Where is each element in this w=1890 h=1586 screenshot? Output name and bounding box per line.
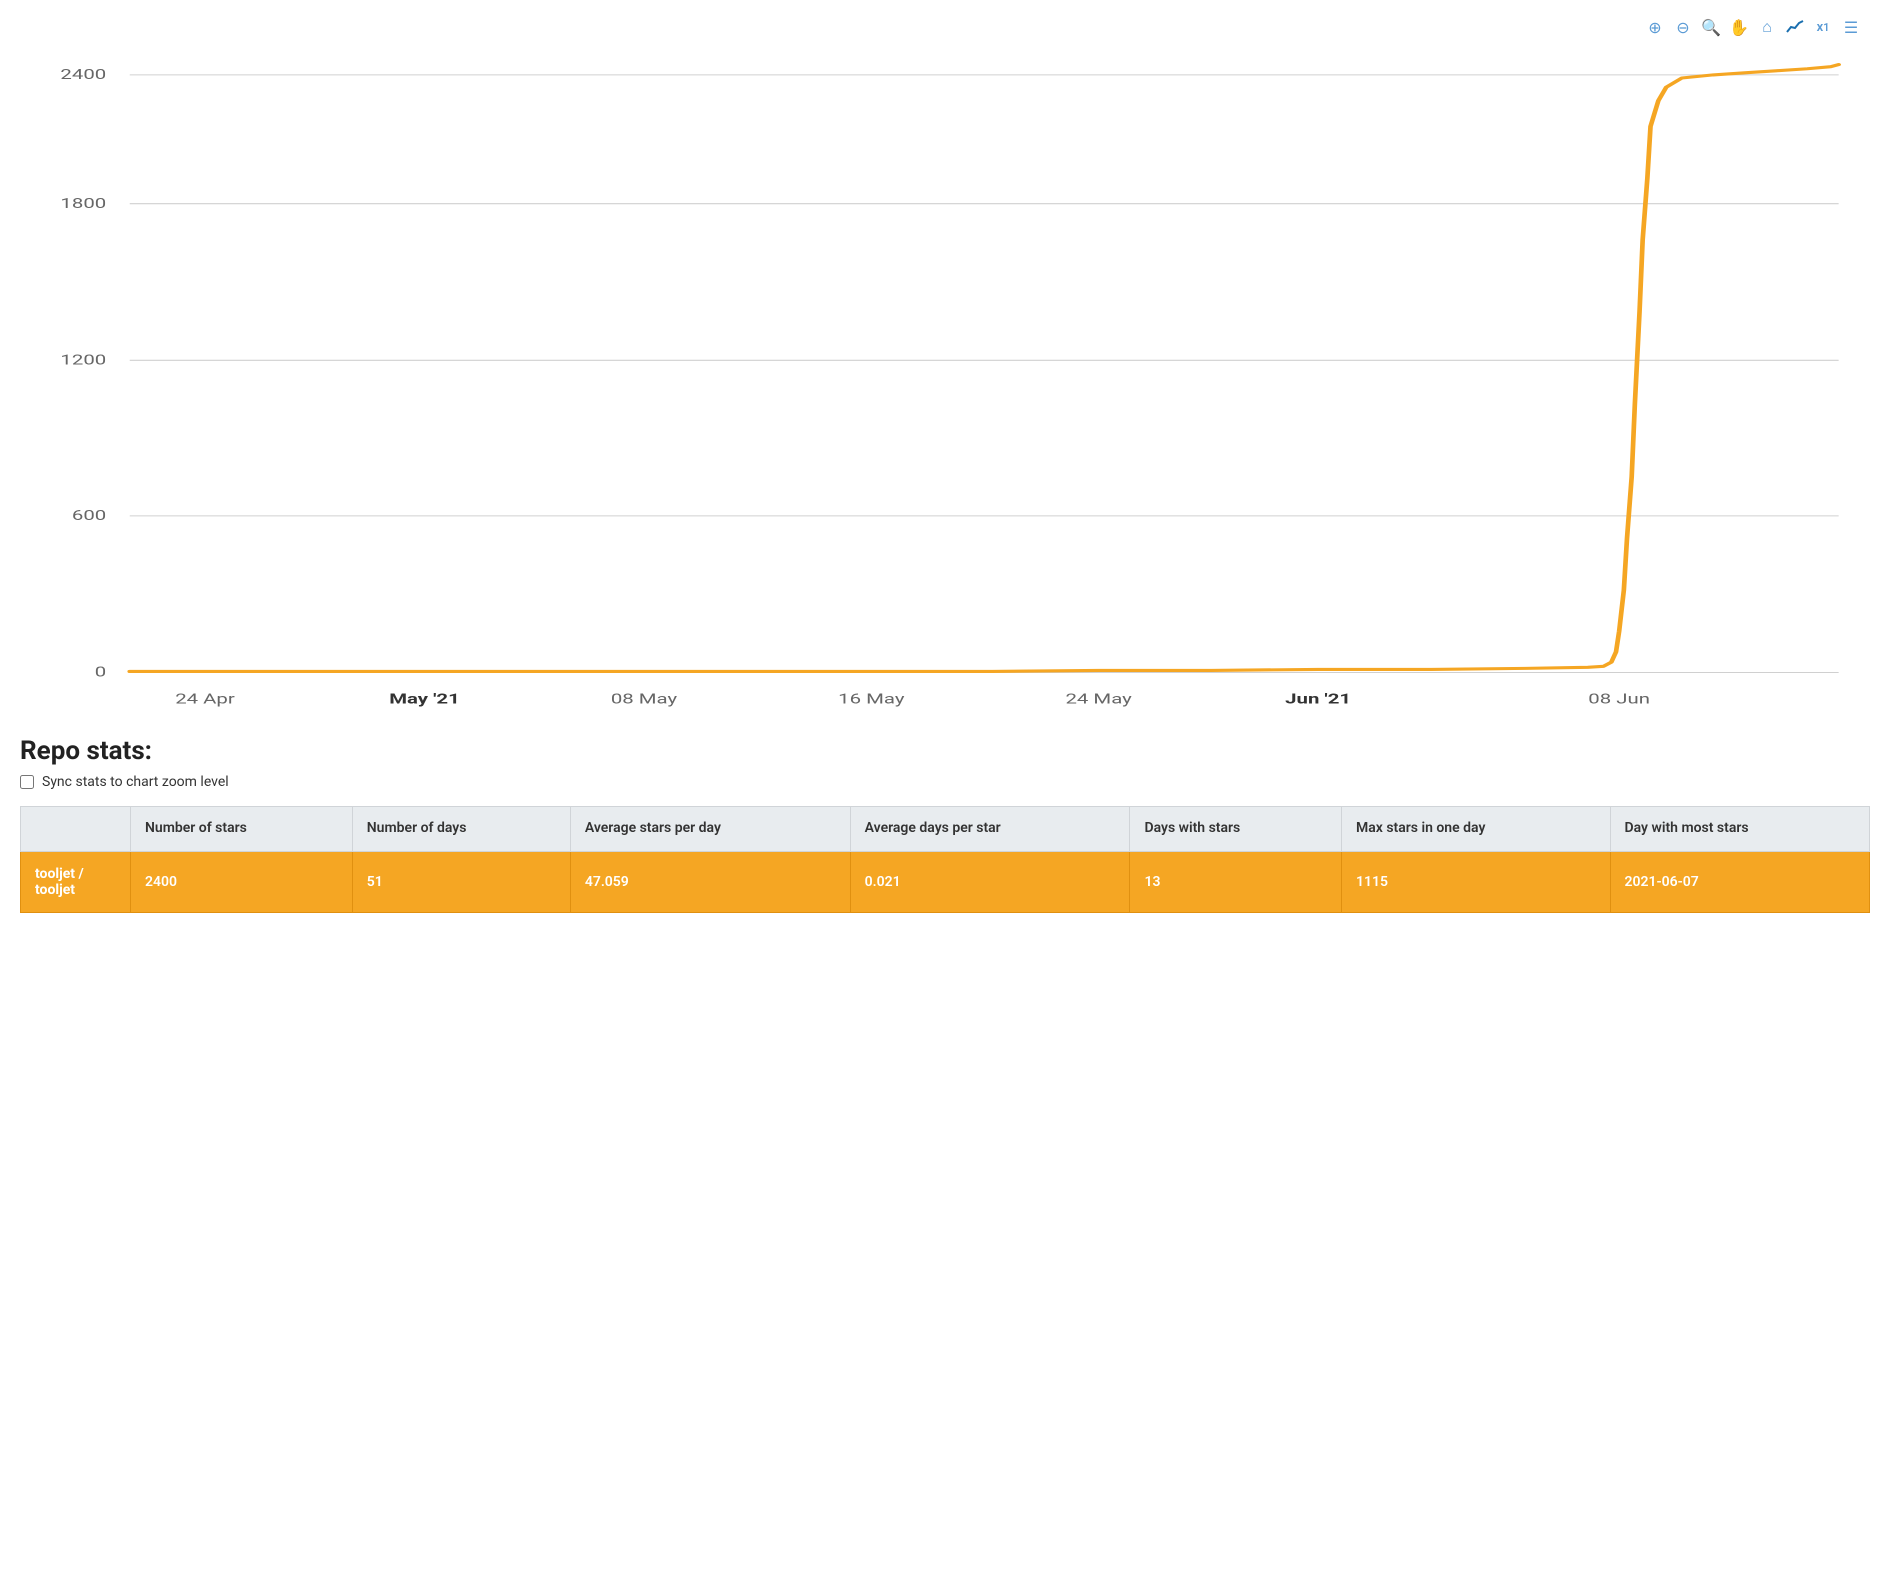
sync-label[interactable]: Sync stats to chart zoom level [42, 774, 229, 790]
svg-text:Jun '21: Jun '21 [1285, 692, 1351, 708]
chart-container: 0 600 1200 1800 2400 24 Apr May '21 08 M… [20, 44, 1870, 724]
svg-text:1200: 1200 [60, 353, 106, 369]
chart-toolbar: ⊕ ⊖ 🔍 ✋ ⌂ x1 ☰ [20, 10, 1870, 44]
zoom-out-icon[interactable]: ⊖ [1672, 16, 1694, 38]
cell-day-most-stars: 2021-06-07 [1610, 851, 1869, 912]
cell-avg-days: 0.021 [850, 851, 1130, 912]
col-header-max-stars: Max stars in one day [1341, 807, 1610, 852]
col-header-stars: Number of stars [131, 807, 353, 852]
table-row: tooljet / tooljet 2400 51 47.059 0.021 1… [21, 851, 1870, 912]
cell-avg-stars: 47.059 [570, 851, 850, 912]
svg-text:08 May: 08 May [611, 692, 677, 708]
col-header-avg-days: Average days per star [850, 807, 1130, 852]
cell-repo-name: tooljet / tooljet [21, 851, 131, 912]
svg-text:0: 0 [95, 665, 106, 681]
cell-days: 51 [352, 851, 570, 912]
svg-text:08 Jun: 08 Jun [1588, 692, 1650, 708]
svg-text:May '21: May '21 [389, 692, 460, 708]
sync-row: Sync stats to chart zoom level [20, 774, 1870, 790]
home-icon[interactable]: ⌂ [1756, 16, 1778, 38]
svg-text:24 Apr: 24 Apr [175, 692, 235, 708]
svg-text:24 May: 24 May [1065, 692, 1131, 708]
col-header-days: Number of days [352, 807, 570, 852]
col-header-day-most-stars: Day with most stars [1610, 807, 1869, 852]
table-header-row: Number of stars Number of days Average s… [21, 807, 1870, 852]
sync-checkbox[interactable] [20, 775, 34, 789]
svg-text:2400: 2400 [60, 67, 106, 83]
stats-table: Number of stars Number of days Average s… [20, 806, 1870, 913]
menu-icon[interactable]: ☰ [1840, 16, 1862, 38]
col-header-days-with-stars: Days with stars [1130, 807, 1342, 852]
cell-days-with-stars: 13 [1130, 851, 1342, 912]
zoom-in-icon[interactable]: ⊕ [1644, 16, 1666, 38]
line-chart-icon[interactable] [1784, 16, 1806, 38]
col-header-avg-stars: Average stars per day [570, 807, 850, 852]
zoom-search-icon[interactable]: 🔍 [1700, 16, 1722, 38]
repo-stats-section: Repo stats: Sync stats to chart zoom lev… [20, 736, 1870, 913]
svg-text:16 May: 16 May [838, 692, 904, 708]
pan-icon[interactable]: ✋ [1728, 16, 1750, 38]
svg-text:1800: 1800 [60, 196, 106, 212]
repo-stats-title: Repo stats: [20, 736, 1870, 766]
svg-text:600: 600 [72, 508, 106, 524]
col-header-name [21, 807, 131, 852]
reset-axis-icon[interactable]: x1 [1812, 16, 1834, 38]
cell-max-stars: 1115 [1341, 851, 1610, 912]
cell-stars: 2400 [131, 851, 353, 912]
